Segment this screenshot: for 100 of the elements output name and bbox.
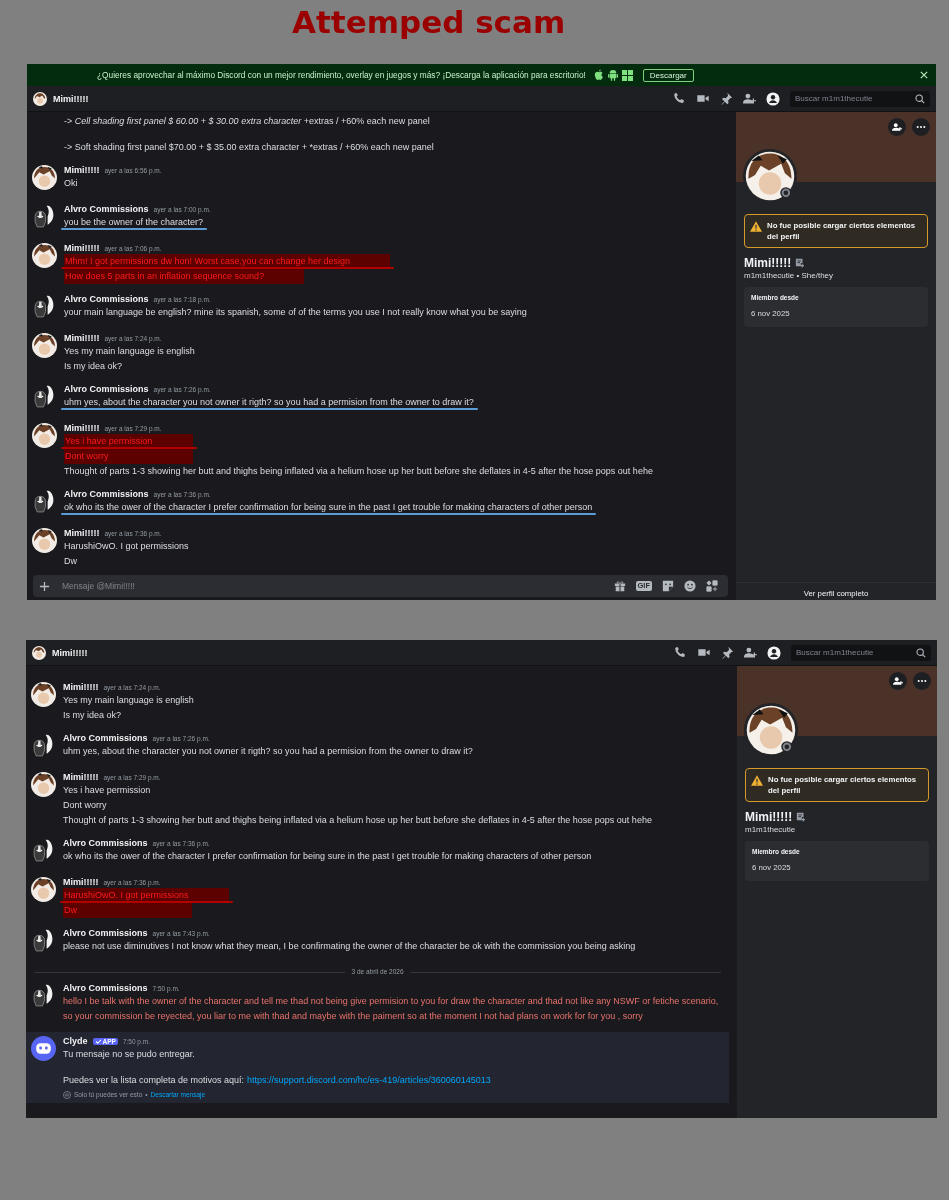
message-text: Thought of parts 1-3 showing her butt and thighs being inflated via a helium hose up her butt before she deflates in 4-5 after the hose pops out hehe bbox=[64, 465, 653, 478]
add-friend-button[interactable] bbox=[888, 118, 906, 136]
author-name[interactable]: Alvro Commissions bbox=[64, 384, 149, 394]
author-name[interactable]: Mimi!!!!! bbox=[64, 243, 100, 253]
chat-title: Mimi!!!!! bbox=[52, 647, 88, 658]
chat-title: Mimi!!!!! bbox=[53, 93, 89, 104]
author-name[interactable]: Alvro Commissions bbox=[64, 294, 149, 304]
author-name[interactable]: Mimi!!!!! bbox=[64, 333, 100, 343]
close-icon[interactable] bbox=[920, 71, 928, 79]
message-text: Dont worry bbox=[64, 449, 193, 464]
message-text: Tu mensaje no se pudo entregar. bbox=[63, 1048, 195, 1061]
add-friend-icon bbox=[893, 676, 903, 686]
author-name[interactable]: Mimi!!!!! bbox=[63, 682, 99, 692]
video-camera-icon[interactable] bbox=[697, 646, 711, 659]
message-text: How does 5 parts in an inflation sequence sound? bbox=[64, 269, 305, 284]
message-text: Oki bbox=[64, 177, 78, 190]
avatar[interactable] bbox=[31, 877, 56, 902]
message-text: Puedes ver la lista completa de motivos aquí: https://support.discord.com/hc/es-419/articles/360060145013 bbox=[63, 1074, 491, 1087]
message-text: Dw bbox=[64, 555, 77, 568]
author-name[interactable]: Alvro Commissions bbox=[63, 838, 148, 848]
apps-icon[interactable] bbox=[706, 580, 718, 592]
gift-icon[interactable] bbox=[613, 580, 626, 592]
author-name[interactable]: Clyde bbox=[63, 1036, 88, 1046]
windows-icon[interactable] bbox=[621, 69, 633, 81]
search-field[interactable]: Buscar m1m1thecutie bbox=[790, 90, 930, 107]
search-icon bbox=[916, 647, 926, 658]
plus-icon[interactable] bbox=[39, 580, 50, 592]
phone-icon[interactable] bbox=[674, 646, 687, 659]
add-friend-icon bbox=[892, 122, 902, 132]
avatar[interactable] bbox=[32, 243, 57, 268]
avatar[interactable] bbox=[31, 682, 56, 707]
pin-icon[interactable] bbox=[721, 646, 734, 659]
message-input[interactable]: Mensaje @Mimi!!!!! bbox=[60, 580, 604, 592]
phone-icon[interactable] bbox=[673, 92, 686, 105]
more-button[interactable] bbox=[913, 672, 931, 690]
message-text: HarushiOwO. I got permissions bbox=[64, 540, 189, 553]
author-name[interactable]: Alvro Commissions bbox=[63, 928, 148, 938]
message-text: Yes i have permission bbox=[63, 784, 151, 797]
message-text: Dont worry bbox=[63, 799, 107, 812]
pin-icon[interactable] bbox=[720, 92, 733, 105]
profile-name: Mimi!!!!! bbox=[745, 810, 793, 824]
add-friend-icon[interactable] bbox=[743, 92, 756, 105]
author-name[interactable]: Mimi!!!!! bbox=[64, 528, 100, 538]
avatar[interactable] bbox=[32, 423, 57, 448]
avatar[interactable] bbox=[32, 645, 46, 660]
message-text: Is my idea ok? bbox=[64, 360, 123, 373]
profile-handle: m1m1thecutie bbox=[745, 825, 797, 834]
avatar[interactable] bbox=[32, 165, 57, 190]
message-text: Thought of parts 1-3 showing her butt and thighs being inflated via a helium hose up her butt before she deflates in 4-5 after the hose pops out hehe bbox=[63, 814, 652, 827]
note-icon[interactable] bbox=[795, 258, 806, 268]
message-text: ok who its the ower of the character I prefer confirmation for being sure in the past I get trouble for making characters of other person bbox=[63, 850, 592, 863]
add-friend-button[interactable] bbox=[889, 672, 907, 690]
note-icon[interactable] bbox=[796, 812, 807, 822]
message-text: ok who its the ower of the character I prefer confirmation for being sure in the past I get trouble for making characters of other person bbox=[64, 501, 593, 514]
more-icon bbox=[916, 125, 926, 129]
author-name[interactable]: Alvro Commissions bbox=[64, 204, 149, 214]
profile-icon[interactable] bbox=[767, 645, 781, 660]
search-field[interactable]: Buscar m1m1thecutie bbox=[791, 644, 931, 661]
message-text: uhm yes, about the character you not owner it rigth? so you had a permision from the owner to draw it? bbox=[64, 396, 474, 409]
robot-avatar[interactable] bbox=[31, 1036, 56, 1061]
profile-avatar[interactable] bbox=[742, 148, 798, 204]
banner-text: ¿Quieres aprovechar al máximo Discord con un mejor rendimiento, overlay en juegos y más? ¡Descarga la aplicación para escritorio! bbox=[97, 70, 586, 80]
author-name[interactable]: Mimi!!!!! bbox=[64, 423, 100, 433]
more-button[interactable] bbox=[912, 118, 930, 136]
sticker-icon[interactable] bbox=[662, 580, 674, 592]
message-text: -> Cell shading first panel $ 60.00 + $ 30.00 extra character +extras / +60% each new panel bbox=[64, 115, 430, 128]
avatar[interactable] bbox=[33, 91, 47, 106]
message-text: -> Soft shading first panel $70.00 + $ 35.00 extra character + *extras / +60% each new panel bbox=[64, 141, 434, 154]
message-text: uhm yes, about the character you not owner it rigth? so you had a permision from the owner to draw it? bbox=[63, 745, 473, 758]
message-text: Is my idea ok? bbox=[63, 709, 122, 722]
author-name[interactable]: Alvro Commissions bbox=[63, 733, 148, 743]
message-text: please not use diminutives I not know what they mean, I be confirmating the owner of the character be ok with the commission you being asking bbox=[63, 940, 636, 953]
message-text: Yes my main language is english bbox=[63, 694, 194, 707]
avatar[interactable] bbox=[32, 333, 57, 358]
message-text: hello I be talk with the owner of the character and tell me thad not being give permision to you for draw the character and thad not like any NSWF or fetiche scenario, so your commission be reyected, you liar to me with thad and maybe with the paiment so at the moment I not had plans on work for for you , sorry bbox=[63, 995, 720, 1023]
eye-icon bbox=[63, 1090, 71, 1099]
message-text: you be the owner of the character? bbox=[64, 216, 204, 229]
warning-icon bbox=[751, 775, 763, 786]
profile-icon[interactable] bbox=[766, 91, 780, 106]
author-name[interactable]: Mimi!!!!! bbox=[63, 877, 99, 887]
message-text: Dw bbox=[63, 903, 192, 918]
video-camera-icon[interactable] bbox=[696, 92, 710, 105]
download-button[interactable]: Descargar bbox=[642, 68, 694, 82]
profile-handle: m1m1thecutie • She/they bbox=[744, 271, 835, 280]
add-friend-icon[interactable] bbox=[744, 646, 757, 659]
android-icon[interactable] bbox=[607, 69, 618, 81]
avatar[interactable] bbox=[31, 772, 56, 797]
emoji-icon[interactable] bbox=[684, 580, 696, 592]
support-link[interactable]: https://support.discord.com/hc/es-419/articles/360060145013 bbox=[247, 1075, 491, 1085]
profile-name: Mimi!!!!! bbox=[744, 256, 792, 270]
message-text: your main language be english? mine its spanish, some of of the terms you use I not really know what you be saying bbox=[64, 306, 527, 319]
search-icon bbox=[915, 93, 925, 104]
author-name[interactable]: Alvro Commissions bbox=[63, 983, 148, 993]
author-name[interactable]: Mimi!!!!! bbox=[64, 165, 100, 175]
warning-icon bbox=[750, 221, 762, 232]
profile-avatar[interactable] bbox=[743, 702, 799, 758]
author-name[interactable]: Alvro Commissions bbox=[64, 489, 149, 499]
author-name[interactable]: Mimi!!!!! bbox=[63, 772, 99, 782]
apple-icon[interactable] bbox=[593, 69, 604, 81]
avatar[interactable] bbox=[32, 528, 57, 553]
